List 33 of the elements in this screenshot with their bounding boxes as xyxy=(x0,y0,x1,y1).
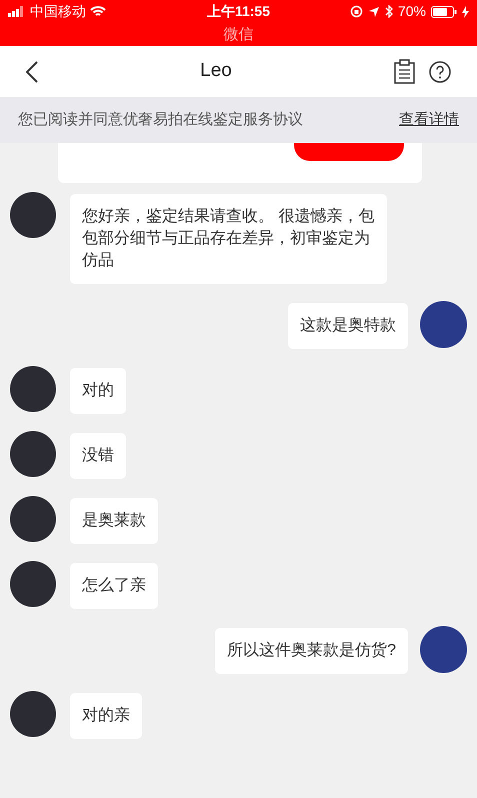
avatar-photo-placeholder[interactable] xyxy=(420,626,467,673)
message-bubble: 对的亲 xyxy=(70,693,142,739)
avatar-photo-placeholder[interactable] xyxy=(10,496,56,542)
status-time: 上午11:55 xyxy=(206,2,270,22)
message-bubble: 没错 xyxy=(70,433,126,479)
lock-rotation-icon xyxy=(350,5,363,18)
avatar-photo-placeholder[interactable] xyxy=(420,301,467,348)
message-bubble: 您好亲，鉴定结果请查收。 很遗憾亲，包包部分细节与正品存在差异，初审鉴定为仿品 xyxy=(70,194,387,284)
bluetooth-icon xyxy=(384,5,393,18)
wifi-icon xyxy=(90,6,106,18)
avatar-photo-placeholder[interactable] xyxy=(10,561,56,607)
carrier-name: 中国移动 xyxy=(30,2,86,22)
message-bubble: 所以这件奥莱款是仿货? xyxy=(215,628,408,674)
avatar-photo-placeholder[interactable] xyxy=(10,192,56,238)
message-bubble: 是奥莱款 xyxy=(70,498,158,544)
back-icon[interactable] xyxy=(26,60,38,82)
view-details-link[interactable]: 查看详情 xyxy=(399,108,459,132)
location-icon xyxy=(368,6,380,18)
signal-icon xyxy=(8,6,26,18)
agreement-notice: 您已阅读并同意优奢易拍在线鉴定服务协议 xyxy=(18,110,303,130)
message-bubble: 这款是奥特款 xyxy=(288,303,408,349)
avatar-photo-placeholder[interactable] xyxy=(10,431,56,477)
battery-icon xyxy=(430,6,457,18)
clipboard-icon[interactable] xyxy=(394,59,415,84)
message-bubble: 对的 xyxy=(70,368,126,414)
message-bubble: 怎么了亲 xyxy=(70,563,158,609)
avatar-photo-placeholder[interactable] xyxy=(10,366,56,412)
confirm-submit-button[interactable] xyxy=(294,143,404,161)
avatar-photo-placeholder[interactable] xyxy=(10,691,56,737)
chat-title: Leo xyxy=(199,59,233,84)
battery-percent: 70% xyxy=(398,2,426,22)
charging-icon xyxy=(462,6,469,18)
help-icon[interactable] xyxy=(429,60,451,82)
